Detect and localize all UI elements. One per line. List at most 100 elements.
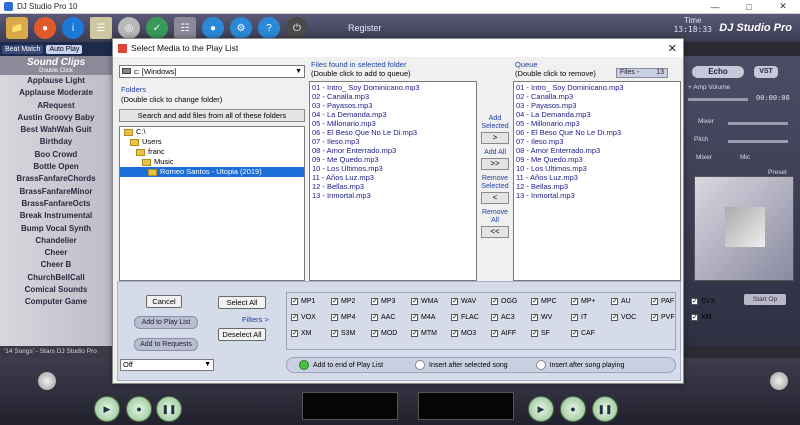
filters-link[interactable]: Filters > <box>242 315 269 324</box>
filter-checkbox[interactable]: ✓ AIFF <box>491 330 531 337</box>
right-disc-icon[interactable] <box>770 372 788 390</box>
filter-checkbox[interactable]: ✓ XM <box>691 314 731 321</box>
file-item[interactable]: 07 - Ileso.mp3 <box>312 137 474 146</box>
register-link[interactable]: Register <box>348 23 382 33</box>
file-item[interactable]: 12 - Bellas.mp3 <box>312 182 474 191</box>
filter-checkbox[interactable]: ✓ AU <box>611 298 651 305</box>
queue-item[interactable]: 07 - Ileso.mp3 <box>516 137 678 146</box>
checkbox-checked-icon[interactable]: ✓ <box>331 314 338 321</box>
sound-clip-item[interactable]: Cheer B <box>0 259 112 271</box>
checkbox-checked-icon[interactable]: ✓ <box>611 298 618 305</box>
sound-clip-item[interactable]: BrassFanfareChords <box>0 173 112 185</box>
insert-option[interactable]: Insert after song playing <box>535 360 624 370</box>
queue-item[interactable]: 01 - Intro_ Soy Dominicano.mp3 <box>516 83 678 92</box>
filter-checkbox[interactable]: ✓ SVX <box>691 298 731 305</box>
close-window-icon[interactable]: ✕ <box>766 0 800 14</box>
checkbox-checked-icon[interactable]: ✓ <box>571 314 578 321</box>
maximize-icon[interactable]: □ <box>732 0 766 14</box>
checkbox-checked-icon[interactable]: ✓ <box>531 330 538 337</box>
sound-clip-item[interactable]: Chandelier <box>0 235 112 247</box>
sound-clip-item[interactable]: Computer Game <box>0 296 112 308</box>
sound-clip-item[interactable]: Best WahWah Guit <box>0 124 112 136</box>
crossfader-pad[interactable] <box>694 176 794 281</box>
checkbox-checked-icon[interactable]: ✓ <box>331 330 338 337</box>
mixer-slider[interactable] <box>728 122 788 125</box>
radio-empty-icon[interactable] <box>535 360 546 370</box>
help-icon[interactable]: ? <box>258 17 280 39</box>
checkbox-checked-icon[interactable]: ✓ <box>291 330 298 337</box>
queue-item[interactable]: 12 - Bellas.mp3 <box>516 182 678 191</box>
sound-clip-item[interactable]: Break Instrumental <box>0 210 112 222</box>
sound-clip-item[interactable]: Applause Moderate <box>0 87 112 99</box>
checkbox-checked-icon[interactable]: ✓ <box>291 298 298 305</box>
radio-selected-icon[interactable] <box>299 360 309 370</box>
queue-item[interactable]: 13 - Inmortal.mp3 <box>516 191 678 200</box>
checkbox-checked-icon[interactable]: ✓ <box>451 314 458 321</box>
queue-item[interactable]: 11 - Años Luz.mp3 <box>516 173 678 182</box>
checkbox-checked-icon[interactable]: ✓ <box>491 314 498 321</box>
filter-checkbox[interactable]: ✓ MP+ <box>571 298 611 305</box>
filter-checkbox[interactable]: ✓ M4A <box>411 314 451 321</box>
file-item[interactable]: 02 - Canalla.mp3 <box>312 92 474 101</box>
checkbox-checked-icon[interactable]: ✓ <box>411 314 418 321</box>
checkbox-checked-icon[interactable]: ✓ <box>371 330 378 337</box>
checkbox-checked-icon[interactable]: ✓ <box>651 314 658 321</box>
sound-clip-item[interactable]: ChurchBellCall <box>0 272 112 284</box>
search-folders-button[interactable]: Search and add files from all of these f… <box>119 109 305 122</box>
info-icon[interactable]: i <box>62 17 84 39</box>
echo-button[interactable]: Echo <box>692 66 744 78</box>
vst-button[interactable]: VST <box>754 66 778 78</box>
checkbox-checked-icon[interactable]: ✓ <box>651 298 658 305</box>
drive-select[interactable]: c: [Windows] ▼ <box>119 65 305 78</box>
checkbox-checked-icon[interactable]: ✓ <box>331 298 338 305</box>
checkbox-checked-icon[interactable]: ✓ <box>371 314 378 321</box>
checkbox-checked-icon[interactable]: ✓ <box>611 314 618 321</box>
auto-play-button[interactable]: Auto Play <box>46 44 83 54</box>
checkbox-checked-icon[interactable]: ✓ <box>451 330 458 337</box>
remove-selected-button[interactable]: < <box>481 192 509 204</box>
queue-item[interactable]: 08 - Amor Enterrado.mp3 <box>516 146 678 155</box>
file-item[interactable]: 03 - Payasos.mp3 <box>312 101 474 110</box>
sound-clip-item[interactable]: BrassFanfareOcts <box>0 198 112 210</box>
file-item[interactable]: 04 - La Demanda.mp3 <box>312 110 474 119</box>
off-select[interactable]: Off ▼ <box>120 359 214 371</box>
filter-checkbox[interactable]: ✓ AAC <box>371 314 411 321</box>
checkbox-checked-icon[interactable]: ✓ <box>531 298 538 305</box>
cd-icon[interactable]: ◎ <box>118 17 140 39</box>
sound-clip-item[interactable]: ARequest <box>0 100 112 112</box>
checkbox-checked-icon[interactable]: ✓ <box>691 298 698 305</box>
cancel-button[interactable]: Cancel <box>146 295 182 308</box>
database-icon[interactable]: ☷ <box>174 17 196 39</box>
filter-checkbox[interactable]: ✓ WAV <box>451 298 491 305</box>
mic-toggle[interactable]: Mic <box>740 154 750 161</box>
record-icon[interactable]: ● <box>202 17 224 39</box>
folder-tree-node[interactable]: franc <box>120 147 304 157</box>
checkbox-checked-icon[interactable]: ✓ <box>291 314 298 321</box>
file-item[interactable]: 10 - Los Ultimos.mp3 <box>312 164 474 173</box>
sound-clip-item[interactable]: Comical Sounds <box>0 284 112 296</box>
right-play-icon[interactable]: ▶ <box>528 396 554 422</box>
checkbox-checked-icon[interactable]: ✓ <box>491 298 498 305</box>
sound-clip-item[interactable]: BrassFanfareMinor <box>0 186 112 198</box>
minimize-icon[interactable]: — <box>698 0 732 14</box>
left-cue-icon[interactable]: ● <box>126 396 152 422</box>
add-all-button[interactable]: >> <box>481 158 509 170</box>
filter-checkbox[interactable]: ✓ OGG <box>491 298 531 305</box>
filter-checkbox[interactable]: ✓ MP3 <box>371 298 411 305</box>
checkbox-checked-icon[interactable]: ✓ <box>691 314 698 321</box>
insert-option[interactable]: Insert after selected song <box>415 360 508 370</box>
filter-checkbox[interactable]: ✓ WV <box>531 314 571 321</box>
left-pause-icon[interactable]: ❚❚ <box>156 396 182 422</box>
checkbox-checked-icon[interactable]: ✓ <box>571 298 578 305</box>
firefox-icon[interactable]: ● <box>34 17 56 39</box>
sound-clip-item[interactable]: Bump Vocal Synth <box>0 223 112 235</box>
filter-checkbox[interactable]: ✓ VOX <box>291 314 331 321</box>
filter-checkbox[interactable]: ✓ S3M <box>331 330 371 337</box>
close-icon[interactable]: ✕ <box>668 42 677 55</box>
checkbox-checked-icon[interactable]: ✓ <box>411 330 418 337</box>
file-item[interactable]: 05 - Millonario.mp3 <box>312 119 474 128</box>
folder-tree-node[interactable]: C:\ <box>120 127 304 137</box>
filter-checkbox[interactable]: ✓ AC3 <box>491 314 531 321</box>
filter-checkbox[interactable]: ✓ FLAC <box>451 314 491 321</box>
sound-clip-item[interactable]: Bottle Open <box>0 161 112 173</box>
